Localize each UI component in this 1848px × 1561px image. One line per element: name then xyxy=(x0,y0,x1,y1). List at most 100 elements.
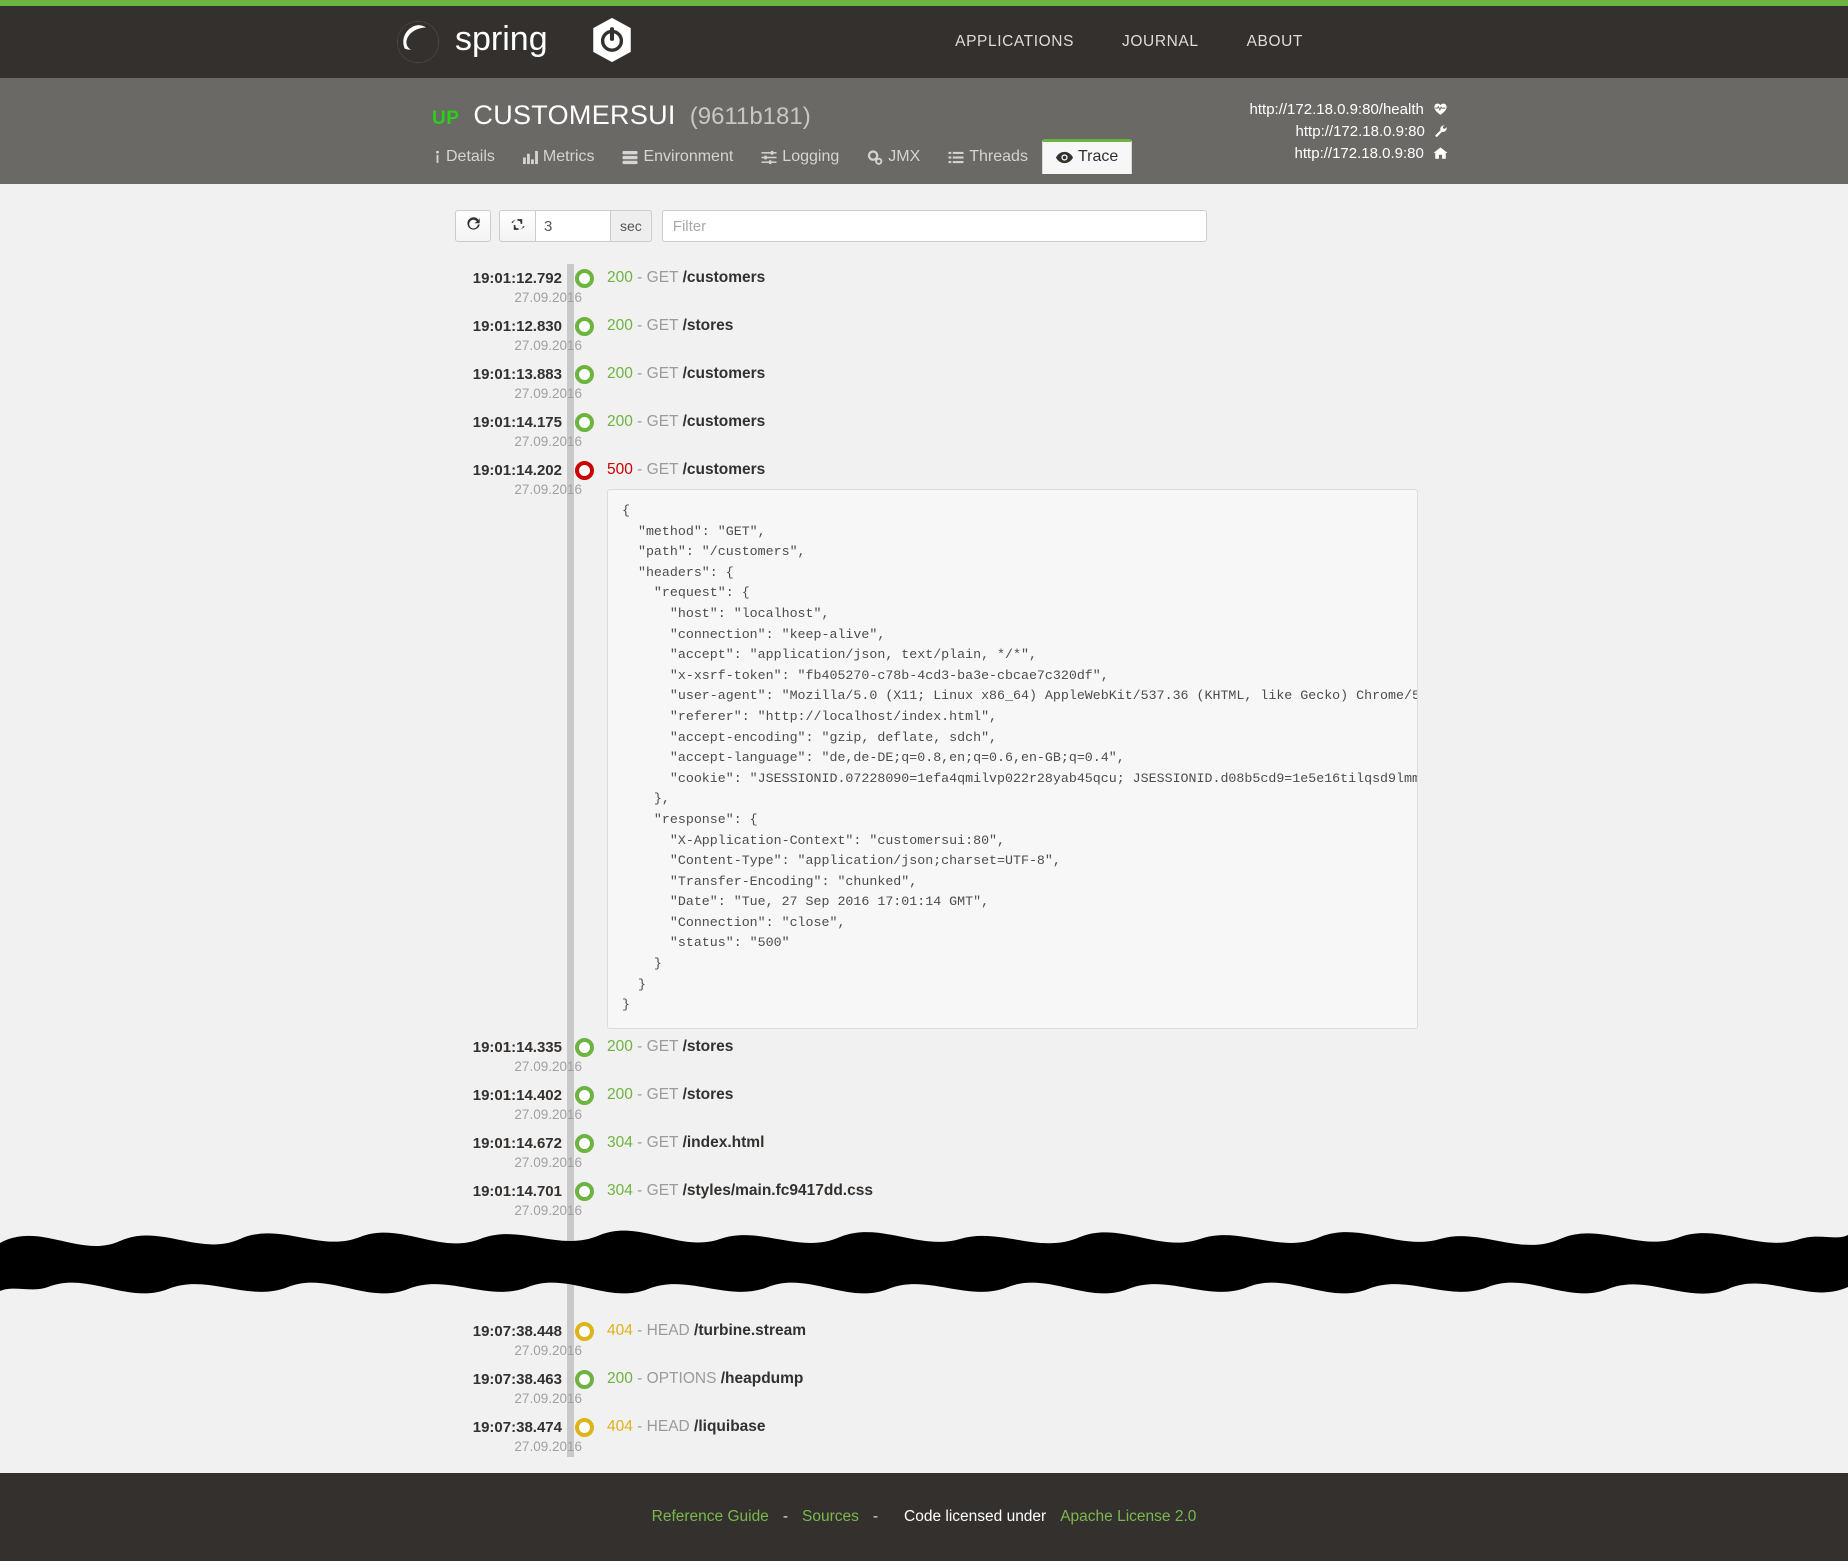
trace-body: 304 - GET /styles/main.fc9417dd.css xyxy=(607,1173,1848,1201)
status-circle-icon xyxy=(575,1086,594,1105)
trace-row[interactable]: 19:01:12.83027.09.2016200 - GET /stores xyxy=(455,308,1848,356)
trace-detail-panel: { "method": "GET", "path": "/customers",… xyxy=(607,489,1418,1029)
trace-summary[interactable]: 304 - GET /index.html xyxy=(607,1133,1848,1153)
trace-time-value: 19:01:14.202 xyxy=(455,461,562,480)
trace-row[interactable]: 19:01:12.79227.09.2016200 - GET /custome… xyxy=(455,260,1848,308)
brand[interactable]: spring xyxy=(395,17,633,68)
tab-logging[interactable]: Logging xyxy=(747,139,853,174)
trace-summary[interactable]: 200 - GET /customers xyxy=(607,412,1848,432)
trace-status-code: 200 xyxy=(607,413,633,430)
trace-method: GET xyxy=(647,1134,679,1151)
sliders-icon xyxy=(761,150,777,165)
trace-path: /stores xyxy=(683,317,734,334)
trace-path: /styles/main.fc9417dd.css xyxy=(683,1182,873,1199)
trace-row[interactable]: 19:01:14.17527.09.2016 200 - GET /custome… xyxy=(455,404,1848,452)
trace-method: GET xyxy=(647,413,679,430)
nav-link-about[interactable]: ABOUT xyxy=(1247,33,1303,51)
reference-guide-link[interactable]: Reference Guide xyxy=(652,1508,769,1526)
main-navbar: spring APPLICATIONS JOURNAL ABOUT xyxy=(0,6,1848,78)
trace-status-marker xyxy=(562,1029,607,1057)
sources-link[interactable]: Sources xyxy=(802,1508,859,1526)
trace-status-code: 500 xyxy=(607,461,633,478)
trace-status-marker xyxy=(562,260,607,288)
trace-summary[interactable]: 404 - HEAD /liquibase xyxy=(607,1417,1848,1437)
trace-date-value: 27.09.2016 xyxy=(455,1389,582,1409)
trace-timestamp: 19:01:14.33527.09.2016 xyxy=(455,1029,562,1077)
trace-time-value: 19:07:38.474 xyxy=(455,1418,562,1437)
trace-method: GET xyxy=(647,1182,679,1199)
refresh-interval-input[interactable] xyxy=(535,210,610,242)
trace-status-marker xyxy=(562,308,607,336)
trace-timestamp: 19:01:14.40227.09.2016 xyxy=(455,1077,562,1125)
trace-timestamp: 19:07:38.47427.09.2016 xyxy=(455,1409,562,1457)
trace-method: GET xyxy=(647,461,679,478)
trace-status-code: 200 xyxy=(607,1086,633,1103)
heartbeat-icon xyxy=(1433,102,1448,122)
refresh-button[interactable] xyxy=(455,210,491,242)
trace-path: /customers xyxy=(683,413,766,430)
trace-timestamp: 19:01:14.17527.09.2016 xyxy=(455,404,562,452)
trace-summary[interactable]: 404 - HEAD /turbine.stream xyxy=(607,1321,1848,1341)
trace-status-marker xyxy=(562,1173,607,1201)
trace-detail-json: { "method": "GET", "path": "/customers",… xyxy=(622,501,1403,1016)
status-circle-icon xyxy=(575,413,594,432)
trace-row[interactable]: 19:07:38.44827.09.2016404 - HEAD /turbin… xyxy=(455,1313,1848,1361)
trace-path: /customers xyxy=(683,365,766,382)
status-circle-icon xyxy=(575,1182,594,1201)
trace-time-value: 19:01:13.883 xyxy=(455,365,562,384)
trace-summary[interactable]: 200 - GET /customers xyxy=(607,364,1848,384)
trace-status-marker xyxy=(562,1077,607,1105)
status-circle-icon xyxy=(575,365,594,384)
trace-row[interactable]: 19:01:14.67227.09.2016304 - GET /index.h… xyxy=(455,1125,1848,1173)
tab-jmx-label: JMX xyxy=(888,149,920,165)
trace-path: /turbine.stream xyxy=(694,1322,806,1339)
tab-environment[interactable]: Environment xyxy=(608,139,747,174)
trace-list: 19:01:12.79227.09.2016200 - GET /custome… xyxy=(0,260,1848,1457)
trace-summary[interactable]: 304 - GET /styles/main.fc9417dd.css xyxy=(607,1181,1848,1201)
trace-summary[interactable]: 200 - OPTIONS /heapdump xyxy=(607,1369,1848,1389)
trace-separator: - xyxy=(633,269,647,286)
trace-method: GET xyxy=(647,1038,679,1055)
trace-content: sec 19:01:12.79227.09.2016200 - GET /cus… xyxy=(0,184,1848,1473)
tab-details[interactable]: Details xyxy=(420,139,509,174)
trace-row[interactable]: 19:07:38.47427.09.2016 404 - HEAD /liquib… xyxy=(455,1409,1848,1457)
trace-summary[interactable]: 200 - GET /stores xyxy=(607,1085,1848,1105)
trace-body: 200 - GET /stores xyxy=(607,308,1848,336)
tab-jmx[interactable]: JMX xyxy=(853,139,934,174)
trace-row[interactable]: 19:01:14.33527.09.2016 200 - GET /stores xyxy=(455,1029,1848,1077)
trace-status-marker xyxy=(562,356,607,384)
autorefresh-icon xyxy=(510,217,526,235)
trace-status-marker xyxy=(562,1409,607,1437)
trace-summary[interactable]: 200 - GET /stores xyxy=(607,1037,1848,1057)
trace-body: 404 - HEAD /turbine.stream xyxy=(607,1313,1848,1341)
autorefresh-toggle-button[interactable] xyxy=(499,210,535,242)
list-icon xyxy=(948,150,964,165)
status-badge: UP xyxy=(432,108,459,130)
trace-row[interactable]: 19:01:14.20227.09.2016500 - GET /custome… xyxy=(455,452,1848,1029)
trace-summary[interactable]: 200 - GET /customers xyxy=(607,268,1848,288)
trace-row[interactable]: 19:01:13.88327.09.2016 200 - GET /custome… xyxy=(455,356,1848,404)
tab-environment-label: Environment xyxy=(643,149,733,165)
refresh-interval-unit: sec xyxy=(610,210,652,242)
trace-timestamp: 19:01:13.88327.09.2016 xyxy=(455,356,562,404)
nav-link-applications[interactable]: APPLICATIONS xyxy=(955,33,1074,51)
trace-toolbar: sec xyxy=(0,184,1848,242)
trace-row[interactable]: 19:01:14.40227.09.2016 200 - GET /stores xyxy=(455,1077,1848,1125)
tab-threads[interactable]: Threads xyxy=(934,139,1042,174)
trace-path: /stores xyxy=(683,1086,734,1103)
trace-body: 304 - GET /index.html xyxy=(607,1125,1848,1153)
filter-input[interactable] xyxy=(662,210,1207,242)
nav-link-journal[interactable]: JOURNAL xyxy=(1122,33,1199,51)
license-link[interactable]: Apache License 2.0 xyxy=(1060,1508,1196,1526)
trace-separator: - xyxy=(633,317,647,334)
trace-row[interactable]: 19:07:38.46327.09.2016200 - OPTIONS /hea… xyxy=(455,1361,1848,1409)
health-url-link[interactable]: http://172.18.0.9:80/health xyxy=(1250,100,1448,122)
trace-path: /customers xyxy=(683,461,766,478)
trace-summary[interactable]: 200 - GET /stores xyxy=(607,316,1848,336)
trace-summary[interactable]: 500 - GET /customers xyxy=(607,460,1848,480)
status-circle-icon xyxy=(575,317,594,336)
trace-status-marker xyxy=(562,1313,607,1341)
trace-status-code: 304 xyxy=(607,1134,633,1151)
tab-metrics[interactable]: Metrics xyxy=(509,139,609,174)
tab-trace[interactable]: Trace xyxy=(1042,139,1132,174)
